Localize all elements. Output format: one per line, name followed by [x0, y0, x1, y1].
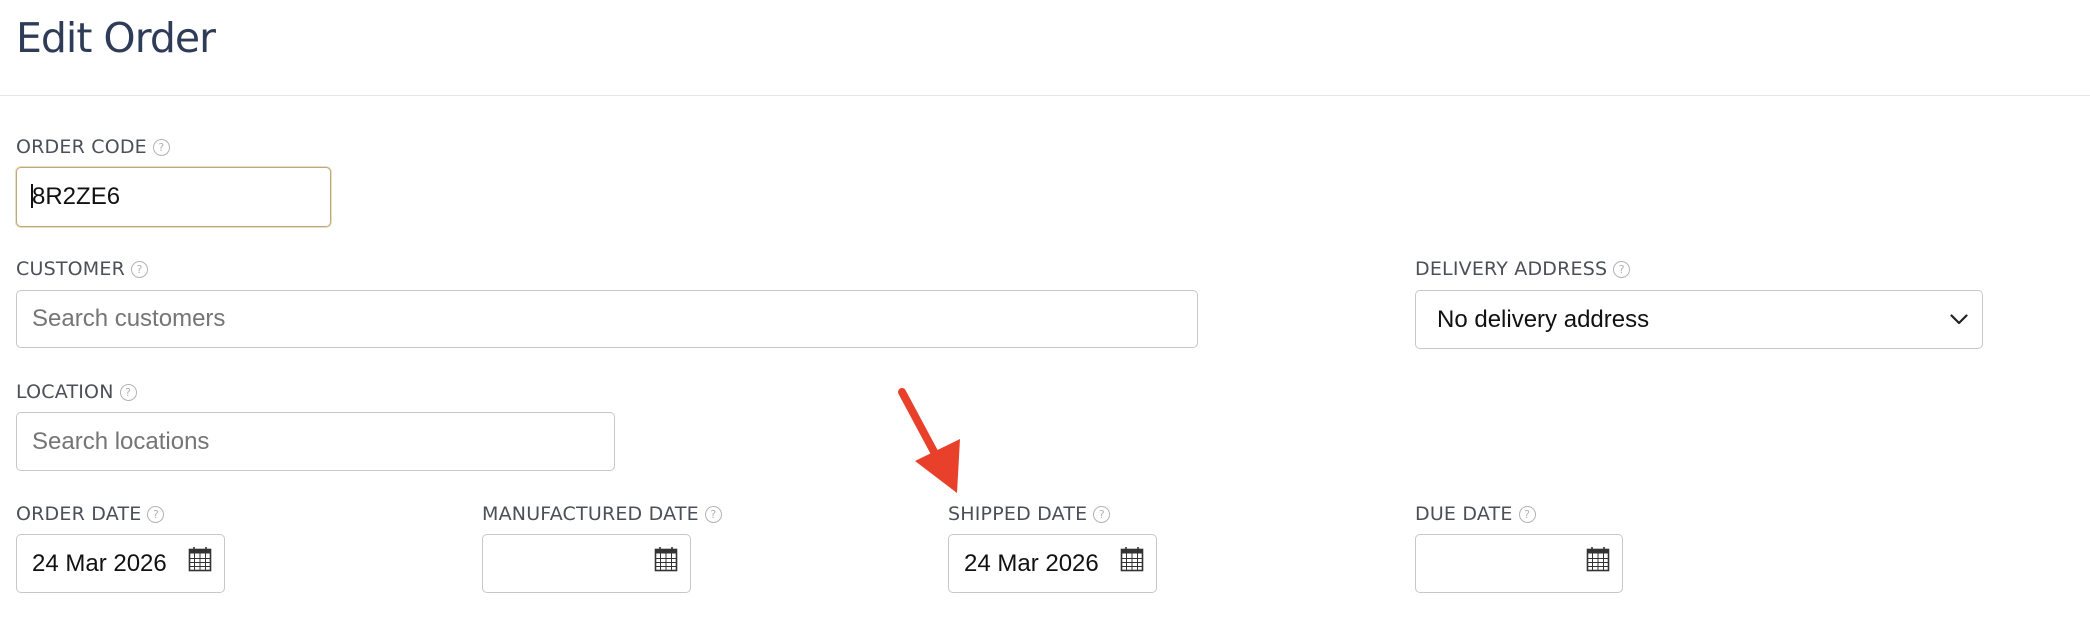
calendar-icon[interactable]	[188, 546, 212, 572]
help-icon[interactable]: ?	[131, 260, 148, 278]
location-label: LOCATION ?	[16, 381, 137, 403]
manufactured-date-input[interactable]	[482, 534, 691, 593]
annotation-arrow	[898, 388, 960, 493]
order-date-label: ORDER DATE ?	[16, 503, 165, 525]
help-icon[interactable]: ?	[119, 383, 137, 401]
help-icon[interactable]: ?	[1518, 505, 1536, 523]
calendar-icon[interactable]	[1586, 546, 1610, 572]
text-caret	[31, 184, 33, 208]
location-label-text: LOCATION	[16, 381, 114, 403]
shipped-date-label: SHIPPED DATE ?	[948, 503, 1111, 525]
order-code-label: ORDER CODE ?	[16, 136, 170, 158]
delivery-address-selected: No delivery address	[1437, 305, 1650, 333]
help-icon[interactable]: ?	[1093, 505, 1111, 523]
shipped-date-input[interactable]: 24 Mar 2026	[948, 534, 1157, 593]
due-date-label: DUE DATE ?	[1415, 503, 1536, 525]
help-icon[interactable]: ?	[704, 505, 722, 523]
header-divider	[0, 95, 2090, 96]
shipped-date-value: 24 Mar 2026	[964, 549, 1099, 577]
due-date-input[interactable]	[1415, 534, 1623, 593]
calendar-icon[interactable]	[654, 546, 678, 572]
location-search-input[interactable]: Search locations	[16, 412, 615, 471]
order-date-input[interactable]: 24 Mar 2026	[16, 534, 225, 593]
delivery-address-label: DELIVERY ADDRESS ?	[1415, 258, 1631, 280]
customer-label-text: CUSTOMER	[16, 258, 125, 280]
customer-placeholder: Search customers	[32, 305, 226, 332]
help-icon[interactable]: ?	[1613, 260, 1631, 278]
customer-search-input[interactable]: Search customers	[16, 290, 1198, 348]
manufactured-date-label-text: MANUFACTURED DATE	[482, 503, 699, 525]
order-date-label-text: ORDER DATE	[16, 503, 142, 525]
manufactured-date-label: MANUFACTURED DATE ?	[482, 503, 722, 525]
customer-label: CUSTOMER ?	[16, 258, 148, 280]
order-code-label-text: ORDER CODE	[16, 136, 147, 158]
shipped-date-label-text: SHIPPED DATE	[948, 503, 1088, 525]
due-date-label-text: DUE DATE	[1415, 503, 1513, 525]
order-date-value: 24 Mar 2026	[32, 549, 167, 577]
page-title: Edit Order	[16, 14, 216, 62]
chevron-down-icon	[1950, 314, 1968, 325]
location-placeholder: Search locations	[32, 427, 210, 455]
calendar-icon[interactable]	[1120, 546, 1144, 572]
delivery-address-label-text: DELIVERY ADDRESS	[1415, 258, 1608, 280]
help-icon[interactable]: ?	[152, 138, 170, 156]
delivery-address-select[interactable]: No delivery address	[1415, 290, 1983, 349]
help-icon[interactable]: ?	[147, 505, 165, 523]
order-code-input[interactable]: 8R2ZE6	[16, 167, 331, 227]
